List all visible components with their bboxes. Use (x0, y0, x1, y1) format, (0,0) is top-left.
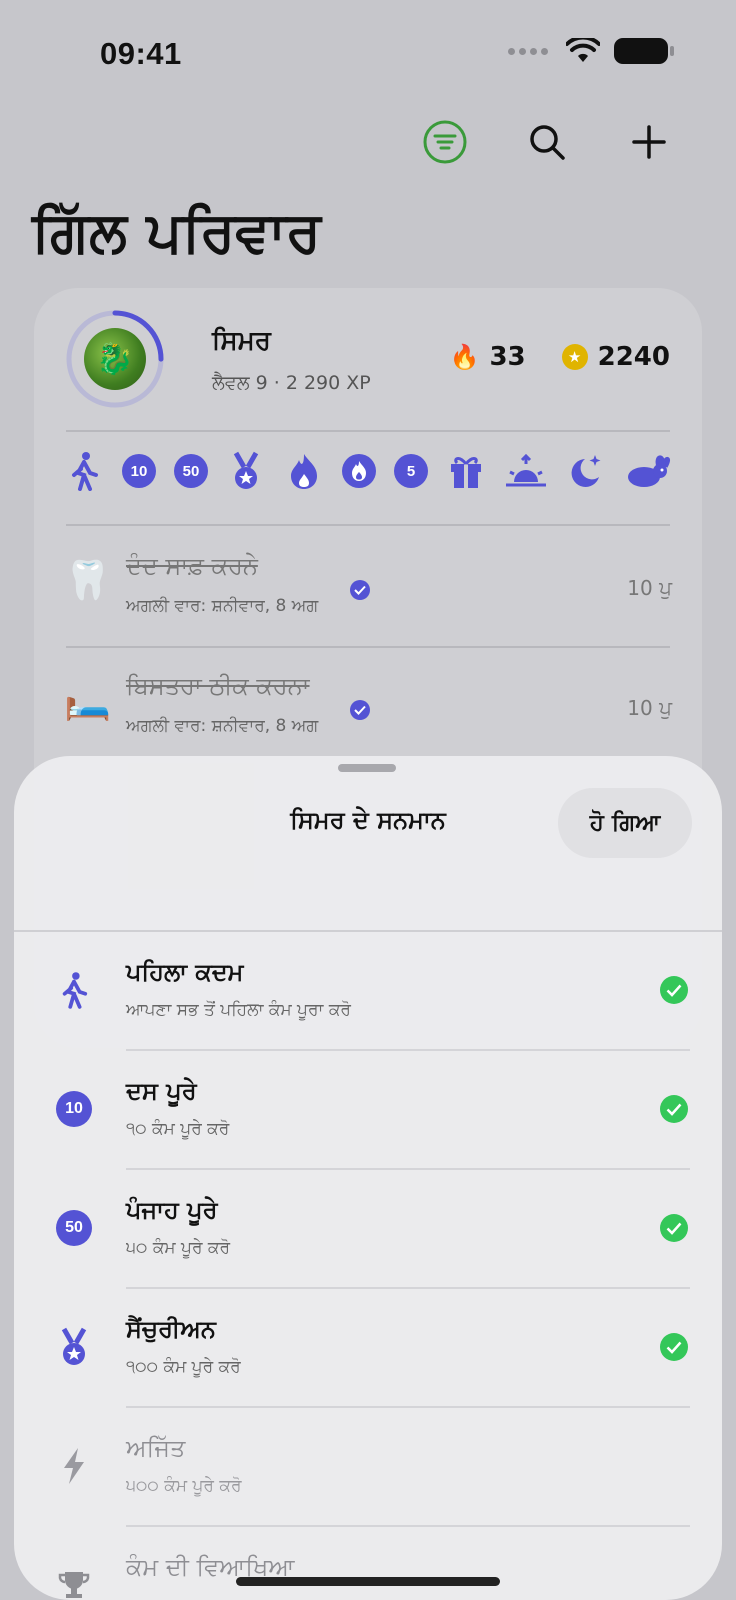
task-row[interactable]: 🛏️ ਬਿਸਤਰਾ ਠੀਕ ਕਰਨਾ ਅਗਲੀ ਵਾਰ: ਸ਼ਨੀਵਾਰ, 8 … (64, 652, 672, 762)
achievement-item[interactable]: ਸੈਂਚੁਰੀਅਨ ੧੦੦ ਕੰਮ ਪੂਰੇ ਕਰੋ (14, 1289, 722, 1408)
bed-icon: 🛏️ (64, 678, 112, 722)
divider (66, 646, 670, 648)
status-time: 09:41 (100, 36, 182, 71)
task-points: 10 ਪੁ (627, 576, 672, 600)
achievement-item[interactable]: ਅਜਿੱਤ ੫੦੦ ਕੰਮ ਪੂਰੇ ਕਰੋ (14, 1408, 722, 1527)
achievement-desc: ਆਪਣਾ ਸਭ ਤੋਂ ਪਹਿਲਾ ਕੰਮ ਪੂਰਾ ਕਰੋ (126, 1000, 351, 1020)
done-button[interactable]: ਹੋ ਗਿਆ (558, 788, 692, 858)
task-done-check-icon (350, 580, 370, 600)
add-button[interactable] (614, 110, 684, 174)
earned-check-icon (660, 1095, 688, 1123)
achievement-desc: ੧੦੦ ਕੰਮ ਪੂਰੇ ਕਰੋ (126, 1357, 241, 1377)
search-icon (530, 125, 565, 160)
home-indicator (236, 1577, 500, 1586)
gift-icon (446, 451, 486, 491)
status-bar: 09:41 (0, 0, 736, 110)
badge-50-icon: 50 (56, 1210, 92, 1246)
trophy-icon (54, 1565, 94, 1600)
task-next-date: ਅਗਲੀ ਵਾਰ: ਸ਼ਨੀਵਾਰ, 8 ਅਗ (126, 596, 319, 616)
plus-icon (632, 125, 666, 159)
toolbar (410, 110, 684, 174)
battery-icon (614, 38, 674, 64)
task-row[interactable]: 🦷 ਦੰਦ ਸਾਫ਼ ਕਰਨੇ ਅਗਲੀ ਵਾਰ: ਸ਼ਨੀਵਾਰ, 8 ਅਗ … (64, 532, 672, 642)
badge-50: 50 (174, 454, 208, 488)
earned-check-icon (660, 1214, 688, 1242)
achievement-item[interactable]: ਕੰਮ ਦੀ ਵਿਆਖਿਆ (14, 1527, 722, 1600)
filter-icon (423, 120, 467, 164)
achievement-list: ਪਹਿਲਾ ਕਦਮ ਆਪਣਾ ਸਭ ਤੋਂ ਪਹਿਲਾ ਕੰਮ ਪੂਰਾ ਕਰੋ… (14, 932, 722, 1600)
achievement-item[interactable]: 50 ਪੰਜਾਹ ਪੂਰੇ ੫੦ ਕੰਮ ਪੂਰੇ ਕਰੋ (14, 1170, 722, 1289)
streak-flame-icon: 🔥 (449, 343, 480, 371)
lightning-icon (54, 1446, 94, 1486)
member-level: ਲੈਵਲ 9 · 2 290 XP (212, 372, 371, 394)
search-button[interactable] (512, 110, 582, 174)
member-name: ਸਿਮਰ (212, 326, 271, 356)
avatar: 🐉 (84, 328, 146, 390)
achievement-item[interactable]: 10 ਦਸ ਪੂਰੇ ੧੦ ਕੰਮ ਪੂਰੇ ਕਰੋ (14, 1051, 722, 1170)
achievement-title: ਅਜਿੱਤ (126, 1434, 186, 1462)
task-title: ਦੰਦ ਸਾਫ਼ ਕਰਨੇ (126, 552, 258, 580)
divider (66, 524, 670, 526)
badge-row[interactable]: 10 50 5 (64, 438, 672, 504)
badge-10-icon: 10 (56, 1091, 92, 1127)
medal-icon (226, 451, 266, 491)
medal-icon (54, 1327, 94, 1367)
achievement-desc: ੫੦ ਕੰਮ ਪੂਰੇ ਕਰੋ (126, 1238, 231, 1258)
cellular-dots-icon (508, 47, 548, 55)
coin-count: 2240 (597, 342, 670, 372)
badge-10: 10 (122, 454, 156, 488)
coin-icon: ★ (561, 344, 588, 370)
task-points: 10 ਪੁ (627, 696, 672, 720)
achievement-item[interactable]: ਪਹਿਲਾ ਕਦਮ ਆਪਣਾ ਸਭ ਤੋਂ ਪਹਿਲਾ ਕੰਮ ਪੂਰਾ ਕਰੋ (14, 932, 722, 1051)
task-next-date: ਅਗਲੀ ਵਾਰ: ਸ਼ਨੀਵਾਰ, 8 ਅਗ (126, 716, 319, 736)
achievement-desc: ੫੦੦ ਕੰਮ ਪੂਰੇ ਕਰੋ (126, 1476, 242, 1496)
task-title: ਬਿਸਤਰਾ ਠੀਕ ਕਰਨਾ (126, 672, 310, 700)
earned-check-icon (660, 1333, 688, 1361)
flame-icon (284, 451, 324, 491)
page-title: ਗਿੱਲ ਪਰਿਵਾਰ (32, 200, 322, 265)
filter-button[interactable] (410, 110, 480, 174)
badge-5: 5 (394, 454, 428, 488)
wifi-icon (566, 38, 600, 62)
tooth-icon: 🦷 (64, 558, 112, 602)
achievements-sheet: ਸਿਮਰ ਦੇ ਸਨਮਾਨ ਹੋ ਗਿਆ ਪਹਿਲਾ ਕਦਮ ਆਪਣਾ ਸਭ ਤ… (14, 756, 722, 1600)
flame-badge-icon (342, 454, 376, 488)
sheet-grabber[interactable] (338, 764, 396, 772)
sunrise-icon (504, 451, 548, 491)
achievement-title: ਦਸ ਪੂਰੇ (126, 1077, 197, 1105)
achievement-title: ਪੰਜਾਹ ਪੂਰੇ (126, 1196, 218, 1224)
rabbit-icon (624, 451, 672, 491)
walking-figure-icon (64, 451, 104, 491)
streak-count: 33 (489, 342, 526, 372)
achievement-title: ਸੈਂਚੁਰੀਅਨ (126, 1315, 216, 1343)
walking-figure-icon (54, 970, 94, 1010)
achievement-title: ਪਹਿਲਾ ਕਦਮ (126, 958, 244, 986)
profile-header: 🐉 ਸਿਮਰ ਲੈਵਲ 9 · 2 290 XP 🔥 33 ★ 2240 (64, 308, 672, 412)
achievement-desc: ੧੦ ਕੰਮ ਪੂਰੇ ਕਰੋ (126, 1119, 230, 1139)
moon-stars-icon (566, 451, 606, 491)
earned-check-icon (660, 976, 688, 1004)
divider (66, 430, 670, 432)
task-done-check-icon (350, 700, 370, 720)
